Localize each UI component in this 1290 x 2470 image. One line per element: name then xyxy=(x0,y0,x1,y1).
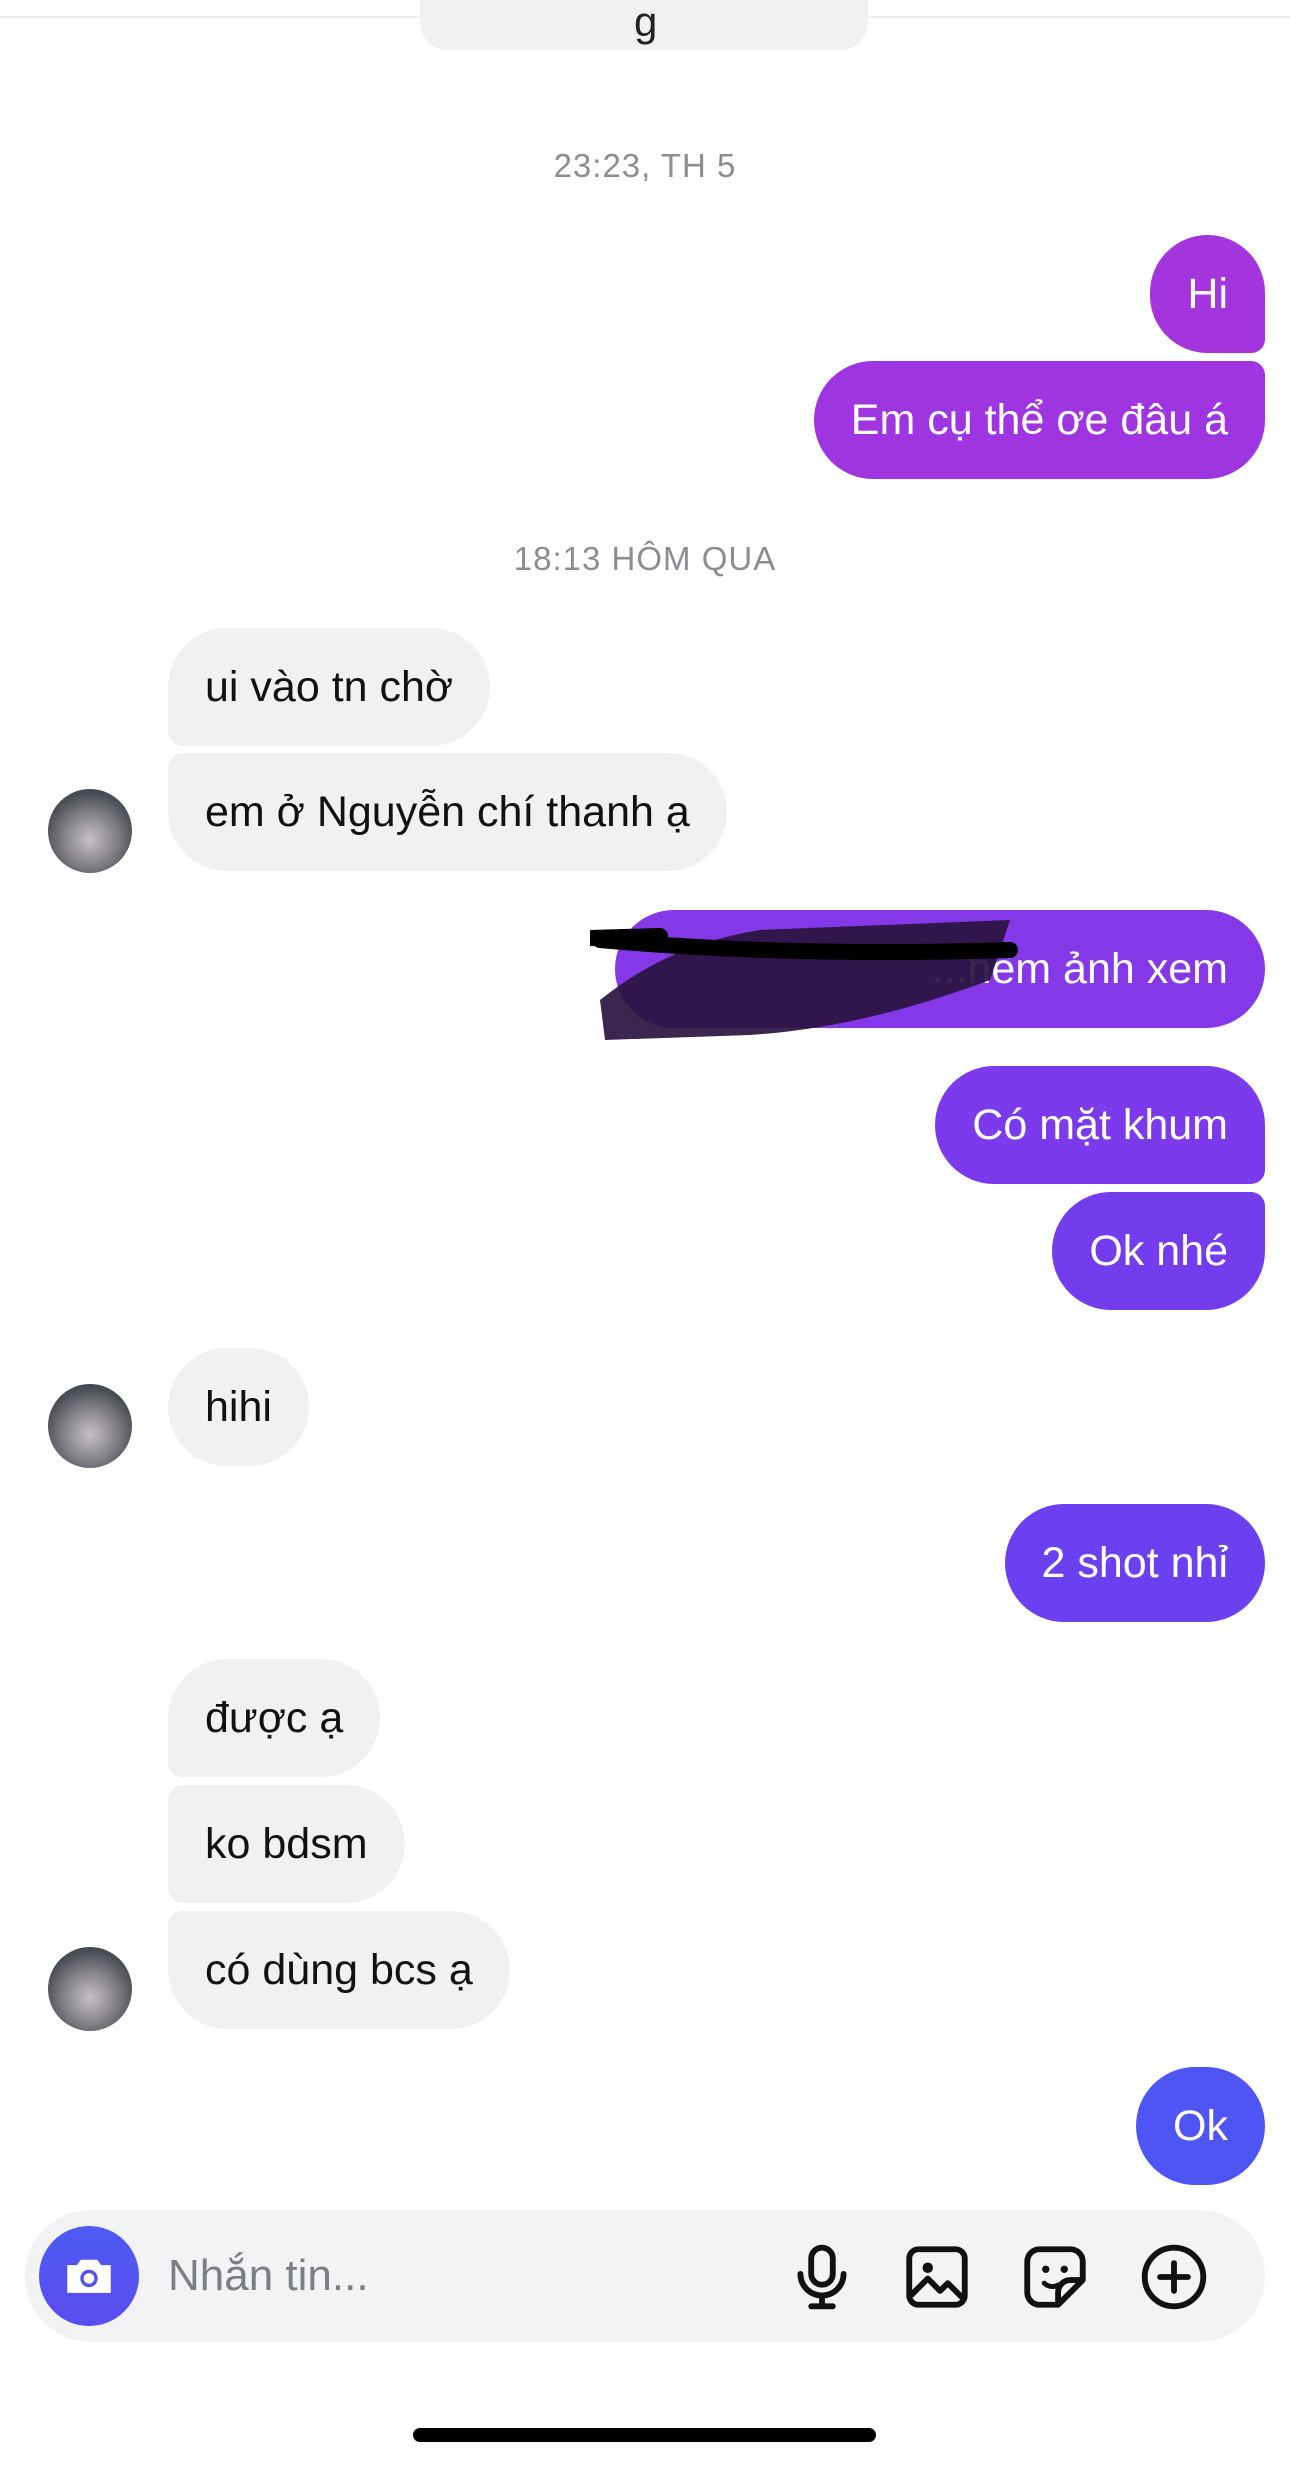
message-text: Hi xyxy=(1187,269,1228,318)
timestamp: 18:13 HÔM QUA xyxy=(513,540,777,577)
message-bubble-outgoing[interactable]: Em cụ thể ơe đâu á xyxy=(813,361,1265,479)
message-bubble-incoming[interactable]: được ạ xyxy=(168,1659,381,1777)
contact-avatar[interactable] xyxy=(48,1384,132,1468)
message-text: ui vào tn chờ xyxy=(205,662,454,711)
message-text: có dùng bcs ạ xyxy=(205,1945,473,1994)
plus-icon[interactable] xyxy=(1137,2240,1211,2314)
message-text: ko bdsm xyxy=(205,1819,368,1868)
message-bubble-incoming[interactable]: ko bdsm xyxy=(168,1785,405,1903)
message-text: hihi xyxy=(205,1382,272,1431)
message-bubble-incoming[interactable]: có dùng bcs ạ xyxy=(168,1911,510,2029)
sticker-icon[interactable] xyxy=(1018,2240,1092,2314)
contact-avatar[interactable] xyxy=(48,789,132,873)
message-input[interactable]: Nhắn tin... xyxy=(168,2251,369,2301)
message-bubble-incoming[interactable]: hihi xyxy=(168,1348,309,1466)
image-icon[interactable] xyxy=(900,2240,974,2314)
contact-avatar[interactable] xyxy=(48,1947,132,2031)
message-bubble-outgoing[interactable]: Ok nhé xyxy=(1052,1192,1265,1310)
microphone-icon[interactable] xyxy=(785,2240,859,2314)
message-text: Ok xyxy=(1173,2101,1228,2150)
message-bubble-incoming[interactable]: ui vào tn chờ xyxy=(168,628,491,746)
message-text: em ở Nguyễn chí thanh ạ xyxy=(205,787,690,836)
message-bubble-outgoing[interactable]: Ok xyxy=(1136,2067,1265,2185)
message-bubble-outgoing[interactable]: 2 shot nhỉ xyxy=(1004,1504,1265,1622)
message-text: được ạ xyxy=(205,1693,344,1742)
message-bubble-outgoing[interactable]: Hi xyxy=(1150,235,1265,353)
message-bubble-incoming[interactable]: em ở Nguyễn chí thanh ạ xyxy=(168,753,727,871)
message-bubble-outgoing[interactable]: Có mặt khum xyxy=(935,1066,1265,1184)
message-text: Em cụ thể ơe đâu á xyxy=(850,395,1228,444)
camera-button[interactable] xyxy=(39,2226,139,2326)
redaction-scribble xyxy=(590,920,1018,1040)
previous-message-text: g xyxy=(634,0,658,45)
message-text: 2 shot nhỉ xyxy=(1041,1538,1228,1587)
message-composer: Nhắn tin... xyxy=(25,2210,1265,2342)
home-indicator[interactable] xyxy=(413,2428,876,2442)
message-text: Ok nhé xyxy=(1089,1226,1228,1275)
previous-message-bubble[interactable]: g xyxy=(420,0,868,50)
timestamp: 23:23, TH 5 xyxy=(553,147,737,184)
message-text: Có mặt khum xyxy=(972,1100,1228,1149)
camera-icon xyxy=(67,2259,111,2293)
